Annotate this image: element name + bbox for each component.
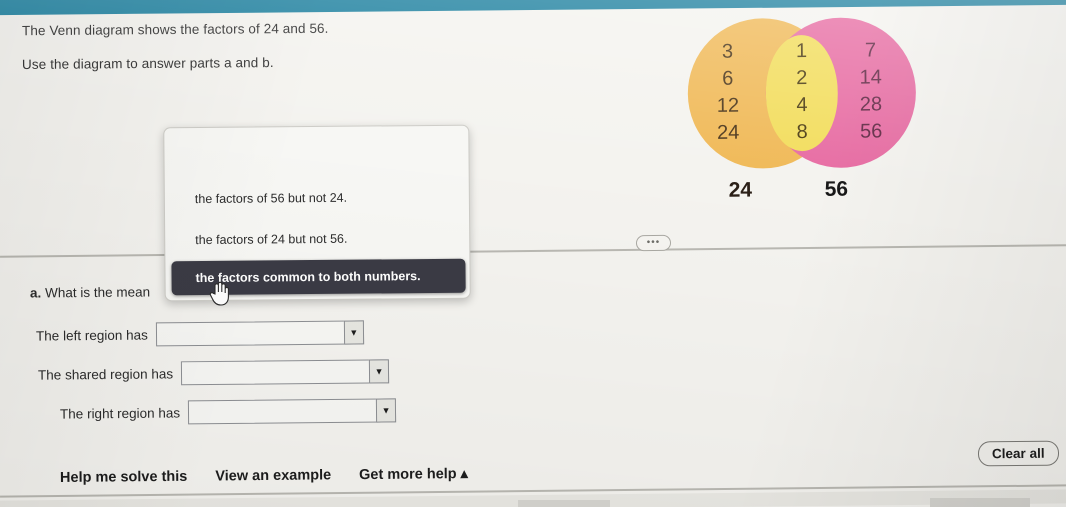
chevron-down-icon[interactable]: ▼ (375, 398, 397, 423)
field-label-left-region: The left region has (35, 327, 148, 344)
hand-cursor-icon (209, 281, 229, 306)
collapse-toggle-button[interactable]: ••• (635, 234, 672, 252)
venn-diagram: 3 6 12 24 1248 7 14 28 56 24 56 (685, 11, 937, 208)
dropdown-option-0[interactable]: the factors of 56 but not 24. (195, 191, 347, 206)
field-row-shared-region: The shared region has ▼ (37, 359, 390, 386)
venn-intersection-values: 1248 (795, 40, 808, 144)
field-label-right-region: The right region has (59, 404, 181, 422)
clear-all-button[interactable]: Clear all (977, 440, 1059, 467)
part-a-text: What is the mean (44, 284, 151, 301)
select-shared-region[interactable]: ▼ (180, 359, 390, 386)
select-right-region[interactable]: ▼ (187, 398, 397, 425)
part-a-question: a. What is the mean (30, 284, 150, 300)
problem-stem-line-2: Use the diagram to answer parts a and b. (21, 55, 274, 72)
venn-label-right: 56 (824, 177, 849, 201)
field-label-shared-region: The shared region has (37, 365, 174, 383)
get-more-help-link[interactable]: Get more help ▴ (359, 466, 468, 483)
chevron-down-icon[interactable]: ▼ (368, 359, 390, 384)
help-me-solve-this-link[interactable]: Help me solve this (60, 469, 187, 486)
venn-label-left: 24 (728, 178, 753, 202)
dropdown-option-1[interactable]: the factors of 24 but not 56. (195, 232, 347, 247)
select-left-region[interactable]: ▼ (155, 320, 364, 347)
bottom-right-control[interactable] (930, 498, 1030, 507)
field-row-right-region: The right region has ▼ (59, 398, 397, 425)
venn-left-only-values: 3 6 12 24 (716, 40, 740, 144)
venn-right-only-values: 7 14 28 56 (859, 39, 883, 143)
field-row-left-region: The left region has ▼ (36, 320, 364, 347)
problem-screen: The Venn diagram shows the factors of 24… (0, 0, 1066, 507)
view-an-example-link[interactable]: View an example (215, 467, 331, 484)
dropdown-options-popup: the factors of 56 but not 24. the factor… (163, 124, 471, 302)
bottom-left-control[interactable] (518, 500, 610, 507)
part-a-prefix: a. (29, 285, 42, 301)
problem-stem-line-1: The Venn diagram shows the factors of 24… (21, 20, 329, 39)
chevron-down-icon[interactable]: ▼ (343, 320, 364, 345)
